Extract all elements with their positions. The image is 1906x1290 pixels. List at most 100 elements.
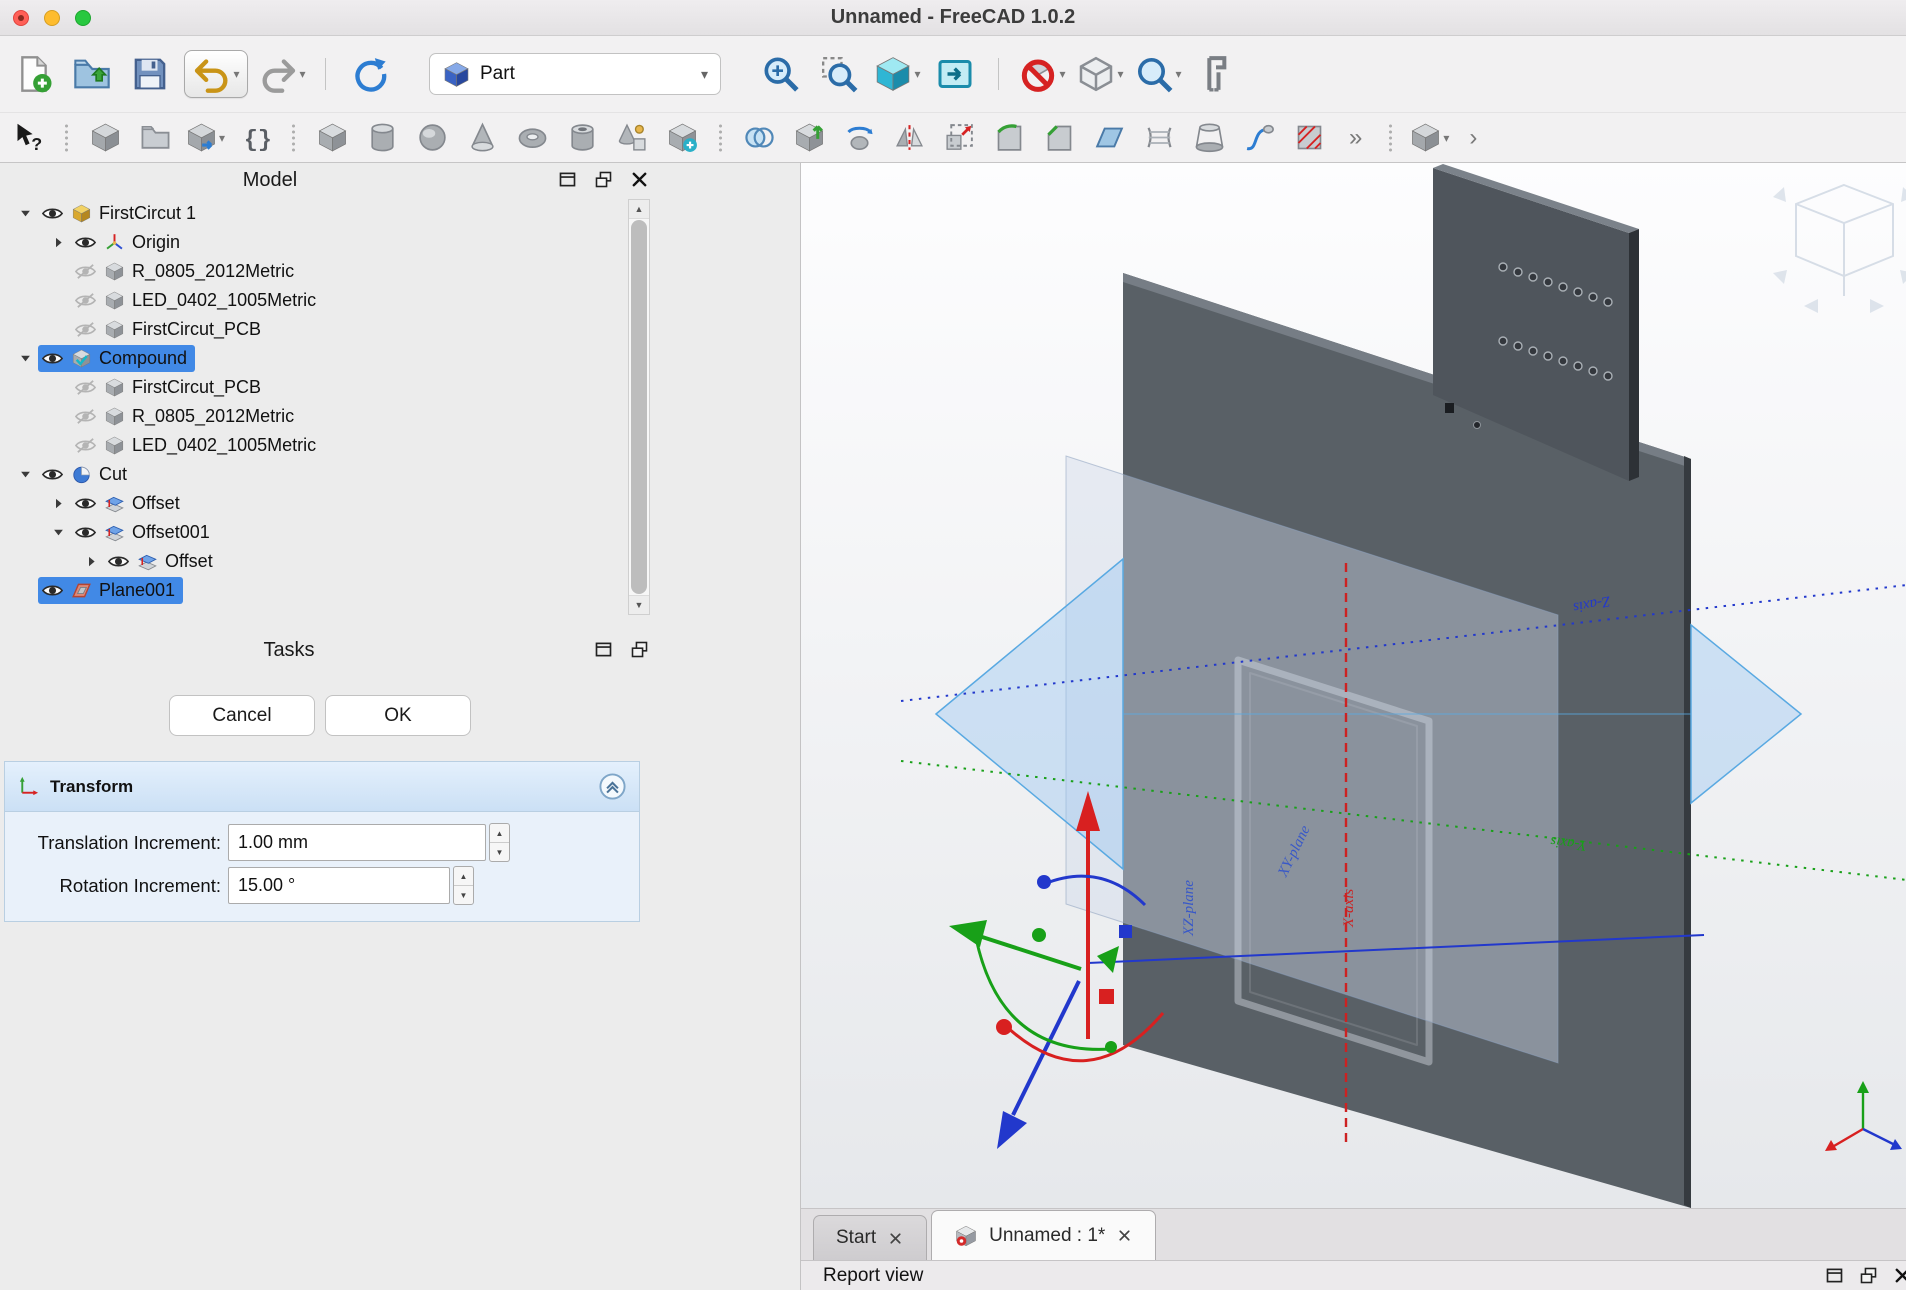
import-part-button[interactable]	[85, 118, 125, 158]
close-tab-button[interactable]	[887, 1230, 904, 1247]
tree-item-origin[interactable]: Origin	[0, 228, 624, 257]
group-folder-button[interactable]	[135, 118, 175, 158]
visibility-on-icon[interactable]	[41, 463, 64, 486]
zoom-tools-button[interactable]: ▾	[1134, 50, 1182, 98]
tree-item-offset[interactable]: Offset	[0, 547, 624, 576]
primitive-box-button[interactable]	[312, 118, 352, 158]
workbench-selector[interactable]: Part ▾	[429, 53, 721, 95]
caret-right-icon[interactable]	[45, 235, 71, 250]
sweep-button[interactable]	[1239, 118, 1279, 158]
tab-start[interactable]: Start	[813, 1215, 928, 1260]
visibility-on-icon[interactable]	[41, 347, 64, 370]
tree-item-offset001[interactable]: Offset001	[0, 518, 624, 547]
primitive-tube-button[interactable]	[562, 118, 602, 158]
visibility-off-icon[interactable]	[74, 376, 97, 399]
visibility-on-icon[interactable]	[74, 521, 97, 544]
visibility-on-icon[interactable]	[74, 231, 97, 254]
primitive-sphere-button[interactable]	[412, 118, 452, 158]
redo-button[interactable]: ▾	[258, 50, 306, 98]
caret-down-icon[interactable]	[12, 351, 38, 366]
boolean-operation-button[interactable]	[739, 118, 779, 158]
step-down-icon[interactable]	[454, 886, 473, 904]
transform-header[interactable]: Transform	[5, 762, 639, 812]
tree-scrollbar[interactable]	[628, 199, 650, 615]
primitive-cone-button[interactable]	[462, 118, 502, 158]
loft-button[interactable]	[1189, 118, 1229, 158]
caret-down-icon[interactable]	[12, 467, 38, 482]
clipping-plane-button[interactable]: ▾	[1018, 50, 1066, 98]
toolbar-handle[interactable]	[1387, 122, 1395, 153]
toolbar-overflow-button[interactable]: ›	[1469, 124, 1477, 152]
ruled-surface-button[interactable]	[1139, 118, 1179, 158]
tree-item-firstcircut-1[interactable]: FirstCircut 1	[0, 199, 624, 228]
tree-item-r-0805-2012metric[interactable]: R_0805_2012Metric	[0, 402, 624, 431]
refresh-button[interactable]	[345, 50, 393, 98]
dock-close-button[interactable]	[629, 169, 650, 190]
3d-scene[interactable]: Z-axis Y-axis X-axis XZ-plane XY-plane	[801, 163, 1906, 1208]
zoom-selection-button[interactable]	[815, 50, 863, 98]
measure-button[interactable]	[1192, 50, 1240, 98]
tree-item-cut[interactable]: Cut	[0, 460, 624, 489]
tree-item-led-0402-1005metric[interactable]: LED_0402_1005Metric	[0, 431, 624, 460]
dock-minimize-button[interactable]	[557, 169, 578, 190]
tree-item-compound[interactable]: Compound	[0, 344, 624, 373]
dock-minimize-button[interactable]	[593, 639, 614, 660]
cancel-button[interactable]: Cancel	[169, 695, 315, 736]
collapse-section-button[interactable]	[598, 772, 627, 801]
dock-float-button[interactable]	[629, 639, 650, 660]
mirror-button[interactable]	[889, 118, 929, 158]
visibility-on-icon[interactable]	[74, 492, 97, 515]
visibility-off-icon[interactable]	[74, 405, 97, 428]
toolbar-handle[interactable]	[63, 122, 70, 153]
fullscreen-window-button[interactable]	[75, 10, 91, 26]
make-face-button[interactable]	[1089, 118, 1129, 158]
rotation-increment-input[interactable]	[228, 867, 450, 904]
expressions-button[interactable]: {}	[235, 118, 275, 158]
caret-down-icon[interactable]	[12, 206, 38, 221]
visibility-off-icon[interactable]	[74, 289, 97, 312]
3d-viewport[interactable]: Z-axis Y-axis X-axis XZ-plane XY-plane S…	[800, 163, 1906, 1290]
toolbar-handle[interactable]	[717, 122, 724, 153]
save-button[interactable]	[126, 50, 174, 98]
open-file-button[interactable]	[68, 50, 116, 98]
visibility-off-icon[interactable]	[74, 318, 97, 341]
undo-button[interactable]: ▾	[184, 50, 248, 98]
tab-unnamed-1[interactable]: Unnamed : 1*	[931, 1210, 1157, 1260]
sync-view-button[interactable]	[931, 50, 979, 98]
toolbar-handle[interactable]	[290, 122, 297, 153]
primitives-dialog-button[interactable]	[612, 118, 652, 158]
tree-item-plane001[interactable]: Plane001	[0, 576, 624, 605]
ok-button[interactable]: OK	[325, 695, 471, 736]
cross-section-button[interactable]	[1289, 118, 1329, 158]
rotation-increment-stepper[interactable]	[453, 866, 474, 905]
revolve-button[interactable]	[839, 118, 879, 158]
view-cube-button[interactable]: ▾	[1076, 50, 1124, 98]
axonometric-view-button[interactable]: ▾	[873, 50, 921, 98]
scrollbar-thumb[interactable]	[631, 220, 647, 594]
step-up-icon[interactable]	[490, 824, 509, 843]
fillet-button[interactable]	[989, 118, 1029, 158]
caret-right-icon[interactable]	[78, 554, 104, 569]
toolbar-overflow-button[interactable]: »	[1349, 124, 1362, 152]
tree-item-offset[interactable]: Offset	[0, 489, 624, 518]
tree-item-led-0402-1005metric[interactable]: LED_0402_1005Metric	[0, 286, 624, 315]
tree-item-firstcircut-pcb[interactable]: FirstCircut_PCB	[0, 373, 624, 402]
visibility-on-icon[interactable]	[107, 550, 130, 573]
visibility-off-icon[interactable]	[74, 260, 97, 283]
scroll-up-button[interactable]	[629, 200, 649, 219]
export-part-button[interactable]: ▾	[185, 118, 225, 158]
step-down-icon[interactable]	[490, 843, 509, 861]
step-up-icon[interactable]	[454, 867, 473, 886]
translation-increment-stepper[interactable]	[489, 823, 510, 862]
close-window-button[interactable]	[13, 10, 29, 26]
chamfer-button[interactable]	[1039, 118, 1079, 158]
new-document-button[interactable]	[10, 50, 58, 98]
dock-minimize-button[interactable]	[1824, 1265, 1845, 1286]
view-group-button[interactable]: ▾	[1409, 118, 1449, 158]
minimize-window-button[interactable]	[44, 10, 60, 26]
dock-float-button[interactable]	[593, 169, 614, 190]
primitive-torus-button[interactable]	[512, 118, 552, 158]
zoom-fit-button[interactable]	[757, 50, 805, 98]
scroll-down-button[interactable]	[629, 595, 649, 614]
dock-float-button[interactable]	[1858, 1265, 1879, 1286]
